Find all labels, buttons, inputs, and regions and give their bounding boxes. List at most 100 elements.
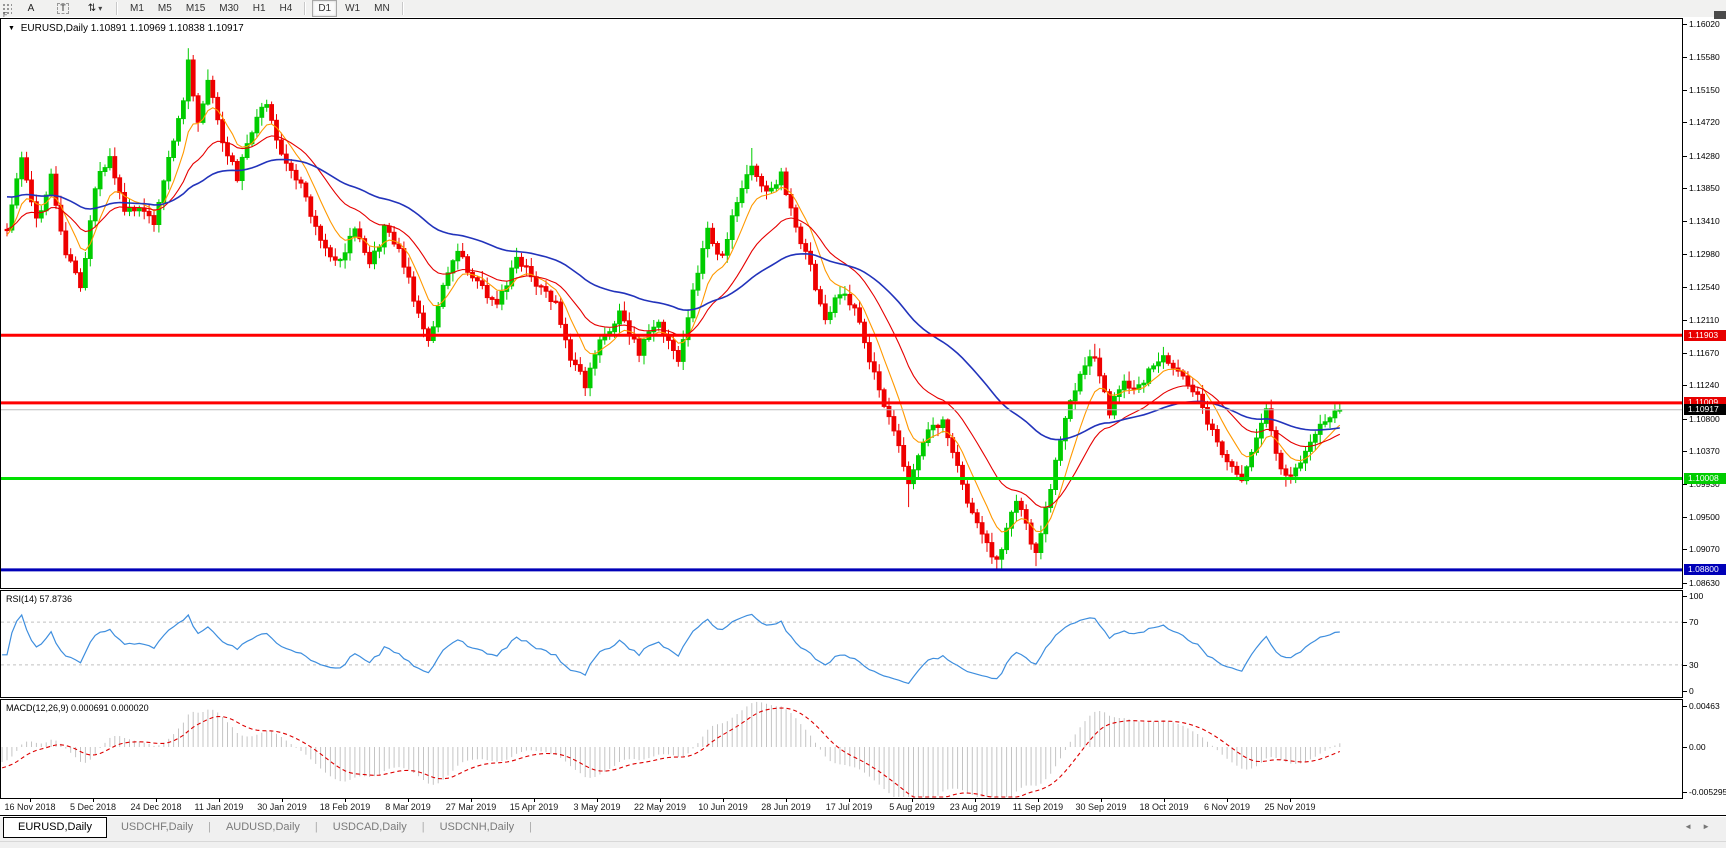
ma-medium-line	[7, 136, 1340, 507]
rsi-tick-label: 30	[1689, 660, 1726, 670]
date-axis[interactable]: 16 Nov 20185 Dec 201824 Dec 201811 Jan 2…	[0, 799, 1726, 816]
date-label: 18 Feb 2019	[320, 802, 371, 812]
tab-audusd[interactable]: AUDUSD,Daily	[212, 818, 314, 837]
tick-mark	[1683, 691, 1687, 692]
date-label: 11 Jan 2019	[195, 802, 244, 812]
date-label: 8 Mar 2019	[385, 802, 431, 812]
tick-mark	[1683, 188, 1687, 189]
rsi-tick-label: 70	[1689, 617, 1726, 627]
tick-mark	[1683, 24, 1687, 25]
timeframe-button-M30[interactable]: M30	[213, 0, 244, 17]
toolbar: F A T ⇅ ▾ M1M5M15M30H1H4 D1W1MN	[0, 0, 1726, 18]
text-label-button[interactable]: T	[49, 0, 77, 17]
insert-text-button[interactable]: A	[17, 0, 45, 17]
toolbar-separator	[304, 2, 306, 15]
timeframe-button-H1[interactable]: H1	[247, 0, 272, 17]
chart-ohlc-header: ▼ EURUSD,Daily 1.10891 1.10969 1.10838 1…	[8, 23, 244, 34]
tick-mark	[1683, 320, 1687, 321]
tick-mark	[1683, 254, 1687, 255]
tick-mark	[1683, 353, 1687, 354]
rsi-tick-label: 100	[1689, 591, 1726, 601]
chart-tabs-bar: EURUSD,DailyUSDCHF,Daily|AUDUSD,Daily|US…	[0, 817, 1726, 841]
ohlc-low: 1.10838	[169, 23, 205, 34]
tick-mark	[1683, 549, 1687, 550]
ohlc-high: 1.10969	[130, 23, 166, 34]
tab-eurusd[interactable]: EURUSD,Daily	[3, 817, 107, 838]
axis-corner-handle[interactable]	[1714, 11, 1726, 19]
tick-mark	[1683, 419, 1687, 420]
timeframe-button-D1[interactable]: D1	[312, 0, 337, 17]
tick-mark	[1683, 517, 1687, 518]
price-tick-label: 1.14720	[1689, 117, 1726, 127]
date-label: 30 Jan 2019	[257, 802, 307, 812]
price-tick-label: 1.10800	[1689, 414, 1726, 424]
price-tick-label: 1.10370	[1689, 446, 1726, 456]
level-price-badge: 1.08800	[1684, 564, 1726, 575]
rsi-tick-label: 0	[1689, 686, 1726, 696]
rsi-svg[interactable]	[1, 591, 1682, 697]
rsi-line	[2, 614, 1340, 683]
date-label: 23 Aug 2019	[950, 802, 1001, 812]
toolbar-grip-icon[interactable]: F	[2, 3, 12, 15]
chevron-down-icon: ▼	[8, 25, 15, 32]
price-tick-label: 1.11240	[1689, 380, 1726, 390]
timeframe-button-M15[interactable]: M15	[180, 0, 211, 17]
price-tick-label: 1.12110	[1689, 315, 1726, 325]
tick-mark	[1683, 287, 1687, 288]
toolbar-separator	[116, 2, 118, 15]
date-label: 27 Mar 2019	[446, 802, 497, 812]
price-tick-label: 1.15580	[1689, 52, 1726, 62]
toolbar-separator	[402, 2, 404, 15]
tick-mark	[1683, 484, 1687, 485]
tab-scroll-left-icon[interactable]: ◄	[1684, 822, 1702, 831]
timeframe-button-M5[interactable]: M5	[152, 0, 178, 17]
price-tick-label: 1.15150	[1689, 85, 1726, 95]
tick-mark	[1683, 583, 1687, 584]
tick-mark	[1683, 792, 1687, 793]
price-tick-label: 1.09070	[1689, 544, 1726, 554]
tick-mark	[1683, 665, 1687, 666]
tab-usdcnh[interactable]: USDCNH,Daily	[426, 818, 529, 837]
timeframe-button-M1[interactable]: M1	[124, 0, 150, 17]
tab-scroll-right-icon[interactable]: ►	[1702, 822, 1720, 831]
timeframe-button-MN[interactable]: MN	[368, 0, 396, 17]
tick-mark	[1683, 706, 1687, 707]
cursor-arrows-icon: ⇅	[88, 3, 96, 14]
timeframe-button-H4[interactable]: H4	[274, 0, 299, 17]
candles-down	[5, 55, 1293, 570]
date-label: 17 Jul 2019	[826, 802, 873, 812]
date-label: 11 Sep 2019	[1013, 802, 1063, 812]
date-label: 28 Jun 2019	[761, 802, 811, 812]
price-tick-label: 1.12540	[1689, 282, 1726, 292]
price-chart-panel[interactable]: ▼ EURUSD,Daily 1.10891 1.10969 1.10838 1…	[0, 18, 1683, 589]
tick-mark	[1683, 90, 1687, 91]
macd-indicator-panel[interactable]: MACD(12,26,9) 0.000691 0.000020	[0, 699, 1683, 799]
ma-fast-line	[7, 108, 1340, 532]
timeframe-button-W1[interactable]: W1	[339, 0, 366, 17]
date-label: 24 Dec 2018	[130, 802, 181, 812]
price-chart-svg[interactable]	[1, 19, 1682, 588]
macd-svg[interactable]	[1, 700, 1682, 798]
ohlc-close: 1.10917	[208, 23, 244, 34]
date-label: 16 Nov 2018	[4, 802, 55, 812]
price-tick-label: 1.11670	[1689, 348, 1726, 358]
macd-values: 0.000691 0.000020	[71, 703, 149, 713]
chevron-down-icon: ▾	[98, 4, 102, 13]
price-tick-label: 1.16020	[1689, 19, 1726, 29]
price-tick-label: 1.13850	[1689, 183, 1726, 193]
current-price-badge: 1.10917	[1684, 404, 1726, 415]
macd-label: MACD(12,26,9) 0.000691 0.000020	[6, 703, 149, 713]
date-label: 6 Nov 2019	[1204, 802, 1250, 812]
date-label: 18 Oct 2019	[1139, 802, 1188, 812]
macd-tick-label: 0.00463	[1689, 701, 1726, 711]
level-price-badge: 1.11903	[1684, 330, 1726, 341]
rsi-indicator-panel[interactable]: RSI(14) 57.8736	[0, 590, 1683, 698]
price-tick-label: 1.08630	[1689, 578, 1726, 588]
tick-mark	[1683, 57, 1687, 58]
timeframe-group: M1M5M15M30H1H4 D1W1MN	[123, 0, 397, 17]
tab-usdcad[interactable]: USDCAD,Daily	[319, 818, 421, 837]
date-label: 3 May 2019	[573, 802, 620, 812]
cursor-tool-button[interactable]: ⇅ ▾	[81, 0, 109, 17]
tab-usdchf[interactable]: USDCHF,Daily	[107, 818, 207, 837]
tab-separator: |	[528, 821, 533, 833]
